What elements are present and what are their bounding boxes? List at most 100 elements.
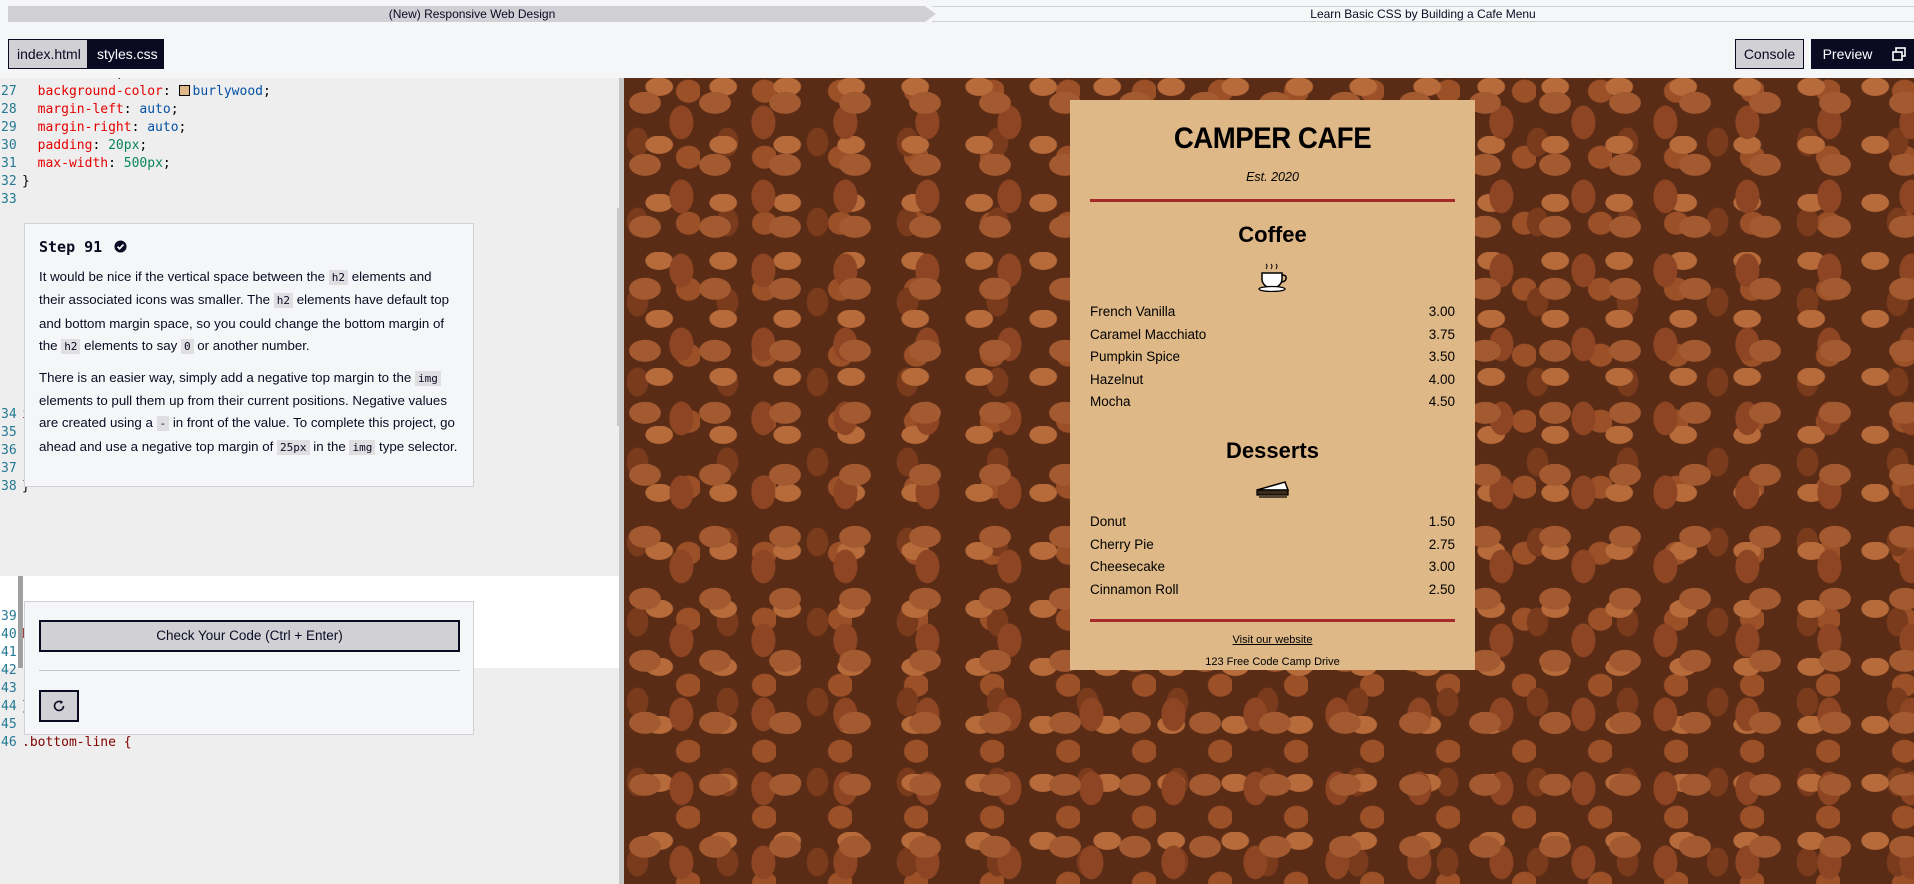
- cafe-address: 123 Free Code Camp Drive: [1205, 656, 1340, 669]
- check-circle-icon: [114, 240, 127, 253]
- check-code-button[interactable]: Check Your Code (Ctrl + Enter): [39, 620, 460, 652]
- line-number: 41: [1, 645, 17, 660]
- menu-item: Cinnamon Roll 2.50: [1090, 579, 1455, 602]
- line-number: 36: [1, 443, 17, 458]
- breadcrumb: (New) Responsive Web Design Learn Basic …: [0, 0, 1914, 28]
- popout-preview-button[interactable]: [1884, 39, 1914, 69]
- console-toggle-button[interactable]: Console: [1735, 39, 1804, 69]
- menu-item-price: 3.00: [1428, 304, 1455, 319]
- menu-item-price: 3.75: [1428, 326, 1455, 342]
- cafe-title: CAMPER CAFE: [1173, 122, 1372, 155]
- line-number: 46: [1, 735, 17, 750]
- reset-icon: [53, 700, 65, 712]
- pie-icon: [1090, 478, 1455, 507]
- menu-divider: [1090, 619, 1455, 623]
- code-line: 29 margin-right: auto;: [1, 120, 187, 135]
- menu-item-price: 1.50: [1428, 513, 1455, 529]
- menu-item: Cheesecake 3.00: [1090, 556, 1455, 579]
- code-line: 27 background-color: burlywood;: [1, 84, 271, 99]
- desserts-section: Desserts Donut 1.50 Cherry Pie 2.75 Cheeseca…: [1090, 438, 1455, 601]
- menu-divider: [1090, 199, 1455, 202]
- step-title: Step 91: [39, 238, 459, 256]
- menu-item: Hazelnut 4.00: [1090, 369, 1455, 392]
- menu-item: Donut 1.50: [1090, 511, 1455, 534]
- line-number: 31: [1, 156, 17, 171]
- menu-item: French Vanilla 3.00: [1090, 301, 1455, 324]
- line-number: 38: [1, 479, 17, 494]
- menu-item-name: Mocha: [1090, 394, 1131, 410]
- code-line: 28 margin-left: auto;: [1, 102, 179, 117]
- menu-item: Pumpkin Spice 3.50: [1090, 346, 1455, 369]
- preview-pane: CAMPER CAFE Est. 2020 Coffee French Vani…: [624, 78, 1914, 884]
- menu-item-name: Hazelnut: [1090, 371, 1144, 387]
- tab-styles-css[interactable]: styles.css: [88, 39, 164, 69]
- menu-item-name: Pumpkin Spice: [1090, 349, 1181, 365]
- css-property: padding: [37, 138, 93, 153]
- code-line: 31 max-width: 500px;: [1, 156, 171, 171]
- css-value: auto: [139, 102, 171, 117]
- menu-item: Caramel Macchiato 3.75: [1090, 324, 1455, 347]
- line-number: 39: [1, 609, 17, 624]
- line-number: 28: [1, 102, 17, 117]
- breadcrumb-course-link[interactable]: (New) Responsive Web Design: [8, 6, 936, 22]
- menu-item-name: Donut: [1090, 513, 1127, 529]
- code-line: 45: [0, 716, 22, 734]
- section-title-coffee: Coffee: [1238, 222, 1307, 247]
- inline-code: img: [349, 439, 376, 455]
- coffee-items: French Vanilla 3.00 Caramel Macchiato 3.75 P…: [1090, 301, 1455, 414]
- line-number: 30: [1, 138, 17, 153]
- code-line: 33: [0, 191, 22, 209]
- css-value: 80%: [92, 78, 115, 81]
- line-number: 44: [1, 699, 17, 714]
- css-property: background-color: [37, 84, 163, 99]
- step-instructions: Step 91 It would be nice if the vertical…: [24, 223, 474, 487]
- editor-scrollbar[interactable]: [617, 208, 620, 426]
- menu-item-price: 3.00: [1428, 559, 1455, 575]
- cafe-menu: CAMPER CAFE Est. 2020 Coffee French Vani…: [1070, 100, 1475, 670]
- preview-toggle-button[interactable]: Preview: [1811, 39, 1884, 69]
- menu-item-name: Cherry Pie: [1090, 536, 1154, 552]
- coffee-section: Coffee French Vanilla 3.00 Caramel Macchia…: [1090, 222, 1455, 414]
- menu-item-price: 3.50: [1428, 349, 1455, 365]
- code-line: 46 .bottom-line {: [0, 734, 132, 752]
- inline-code: h2: [328, 270, 348, 285]
- line-number: 35: [1, 425, 17, 440]
- code-text: .bottom-line {: [22, 735, 132, 750]
- visit-website-link[interactable]: Visit our website: [1090, 634, 1455, 646]
- inline-code: -: [156, 416, 170, 432]
- css-value: burlywood: [192, 84, 263, 99]
- menu-item: Mocha 4.50: [1090, 391, 1455, 414]
- menu-item-price: 4.50: [1428, 394, 1455, 410]
- line-number: 43: [1, 681, 17, 696]
- line-number: 34: [1, 407, 17, 422]
- step-paragraph-2: There is an easier way, simply add a neg…: [39, 369, 458, 455]
- inline-code: img: [414, 370, 441, 386]
- menu-item-name: Caramel Macchiato: [1090, 326, 1207, 342]
- cafe-established: Est. 2020: [1246, 170, 1299, 184]
- line-number: 33: [1, 192, 17, 207]
- reset-button[interactable]: [39, 690, 79, 722]
- code-editor[interactable]: 26 width: 80%;27 background-color: burly…: [0, 78, 624, 884]
- css-property: width: [38, 78, 77, 81]
- line-number: 40: [1, 627, 17, 642]
- css-property: max-width: [37, 156, 109, 171]
- line-number: 29: [1, 120, 17, 135]
- menu-item-name: Cheesecake: [1090, 559, 1166, 575]
- css-value: auto: [147, 120, 179, 135]
- tab-index-html[interactable]: index.html: [8, 39, 88, 69]
- color-swatch[interactable]: [178, 85, 190, 96]
- menu-item-price: 2.50: [1428, 581, 1455, 597]
- editor-toolbar: index.html styles.css Console Preview: [0, 28, 1914, 78]
- menu-item-name: Cinnamon Roll: [1090, 581, 1179, 597]
- inline-code: 0: [180, 339, 194, 355]
- line-number: 45: [1, 717, 17, 732]
- line-number: 42: [1, 663, 17, 678]
- line-number: 32: [1, 174, 17, 189]
- divider: [39, 670, 460, 671]
- line-number: 27: [1, 84, 17, 99]
- breadcrumb-project-link[interactable]: Learn Basic CSS by Building a Cafe Menu: [932, 6, 1914, 22]
- step-title-text: Step 91: [39, 238, 103, 256]
- menu-item-price: 4.00: [1428, 371, 1455, 387]
- css-property: margin-right: [37, 120, 132, 135]
- inline-code: 25px: [277, 439, 310, 455]
